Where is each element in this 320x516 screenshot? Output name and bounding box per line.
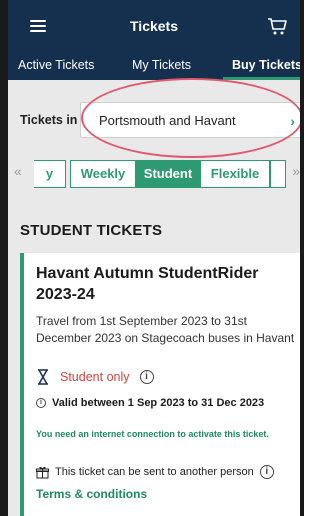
area-selector[interactable]: Portsmouth and Havant › [80,102,300,138]
terms-link[interactable]: Terms & conditions [36,487,147,501]
student-only-label: Student only [60,370,130,384]
chip-weekly[interactable]: Weekly [70,160,136,188]
device-frame: Tickets Active Tickets My Tickets Buy Ti… [0,0,304,516]
chip-student[interactable]: Student [135,160,201,188]
chip-partial[interactable]: y [34,160,66,188]
section-title: STUDENT TICKETS [20,222,163,239]
ticket-description: Travel from 1st September 2023 to 31st D… [36,314,295,345]
transfer-info-icon[interactable]: i [259,465,274,479]
ticket-type-filters: « y Weekly Student Flexible » [8,155,300,191]
area-selector-value: Portsmouth and Havant [99,113,236,128]
tickets-in-label: Tickets in [20,113,78,127]
top-bar: Tickets [8,0,300,52]
scroll-left-icon[interactable]: « [14,163,22,179]
connection-note: You need an internet connection to activ… [36,429,269,439]
gift-icon [36,466,49,478]
ticket-name: Havant Autumn StudentRider 2023-24 [36,265,259,303]
app-screen: Tickets Active Tickets My Tickets Buy Ti… [8,0,300,516]
cart-icon[interactable] [266,16,288,36]
tab-buy-tickets[interactable]: Buy Tickets [232,58,300,72]
chevron-right-icon: › [290,113,295,129]
chip-partial-right[interactable] [270,160,286,188]
chip-flexible[interactable]: Flexible [200,160,270,188]
ticket-card[interactable]: Havant Autumn StudentRider 2023-24 Trave… [20,253,300,516]
info-icon[interactable]: i [139,370,154,384]
validity-text: Valid between 1 Sep 2023 to 31 Dec 2023 [52,397,265,409]
tab-bar: Active Tickets My Tickets Buy Tickets [8,52,300,80]
transfer-note: This ticket can be sent to another perso… [55,466,254,478]
transfer-row: This ticket can be sent to another perso… [36,465,274,479]
tickets-in-row: Tickets in Portsmouth and Havant › [8,80,300,150]
scroll-right-icon[interactable]: » [292,163,300,179]
tab-my-tickets[interactable]: My Tickets [132,58,191,72]
page-title: Tickets [130,18,178,34]
info-small-icon: i [36,398,46,408]
student-only-row: Student only i [36,369,154,385]
validity-row: i Valid between 1 Sep 2023 to 31 Dec 202… [36,397,264,409]
hourglass-icon [38,369,48,385]
tab-active-tickets[interactable]: Active Tickets [18,58,94,72]
